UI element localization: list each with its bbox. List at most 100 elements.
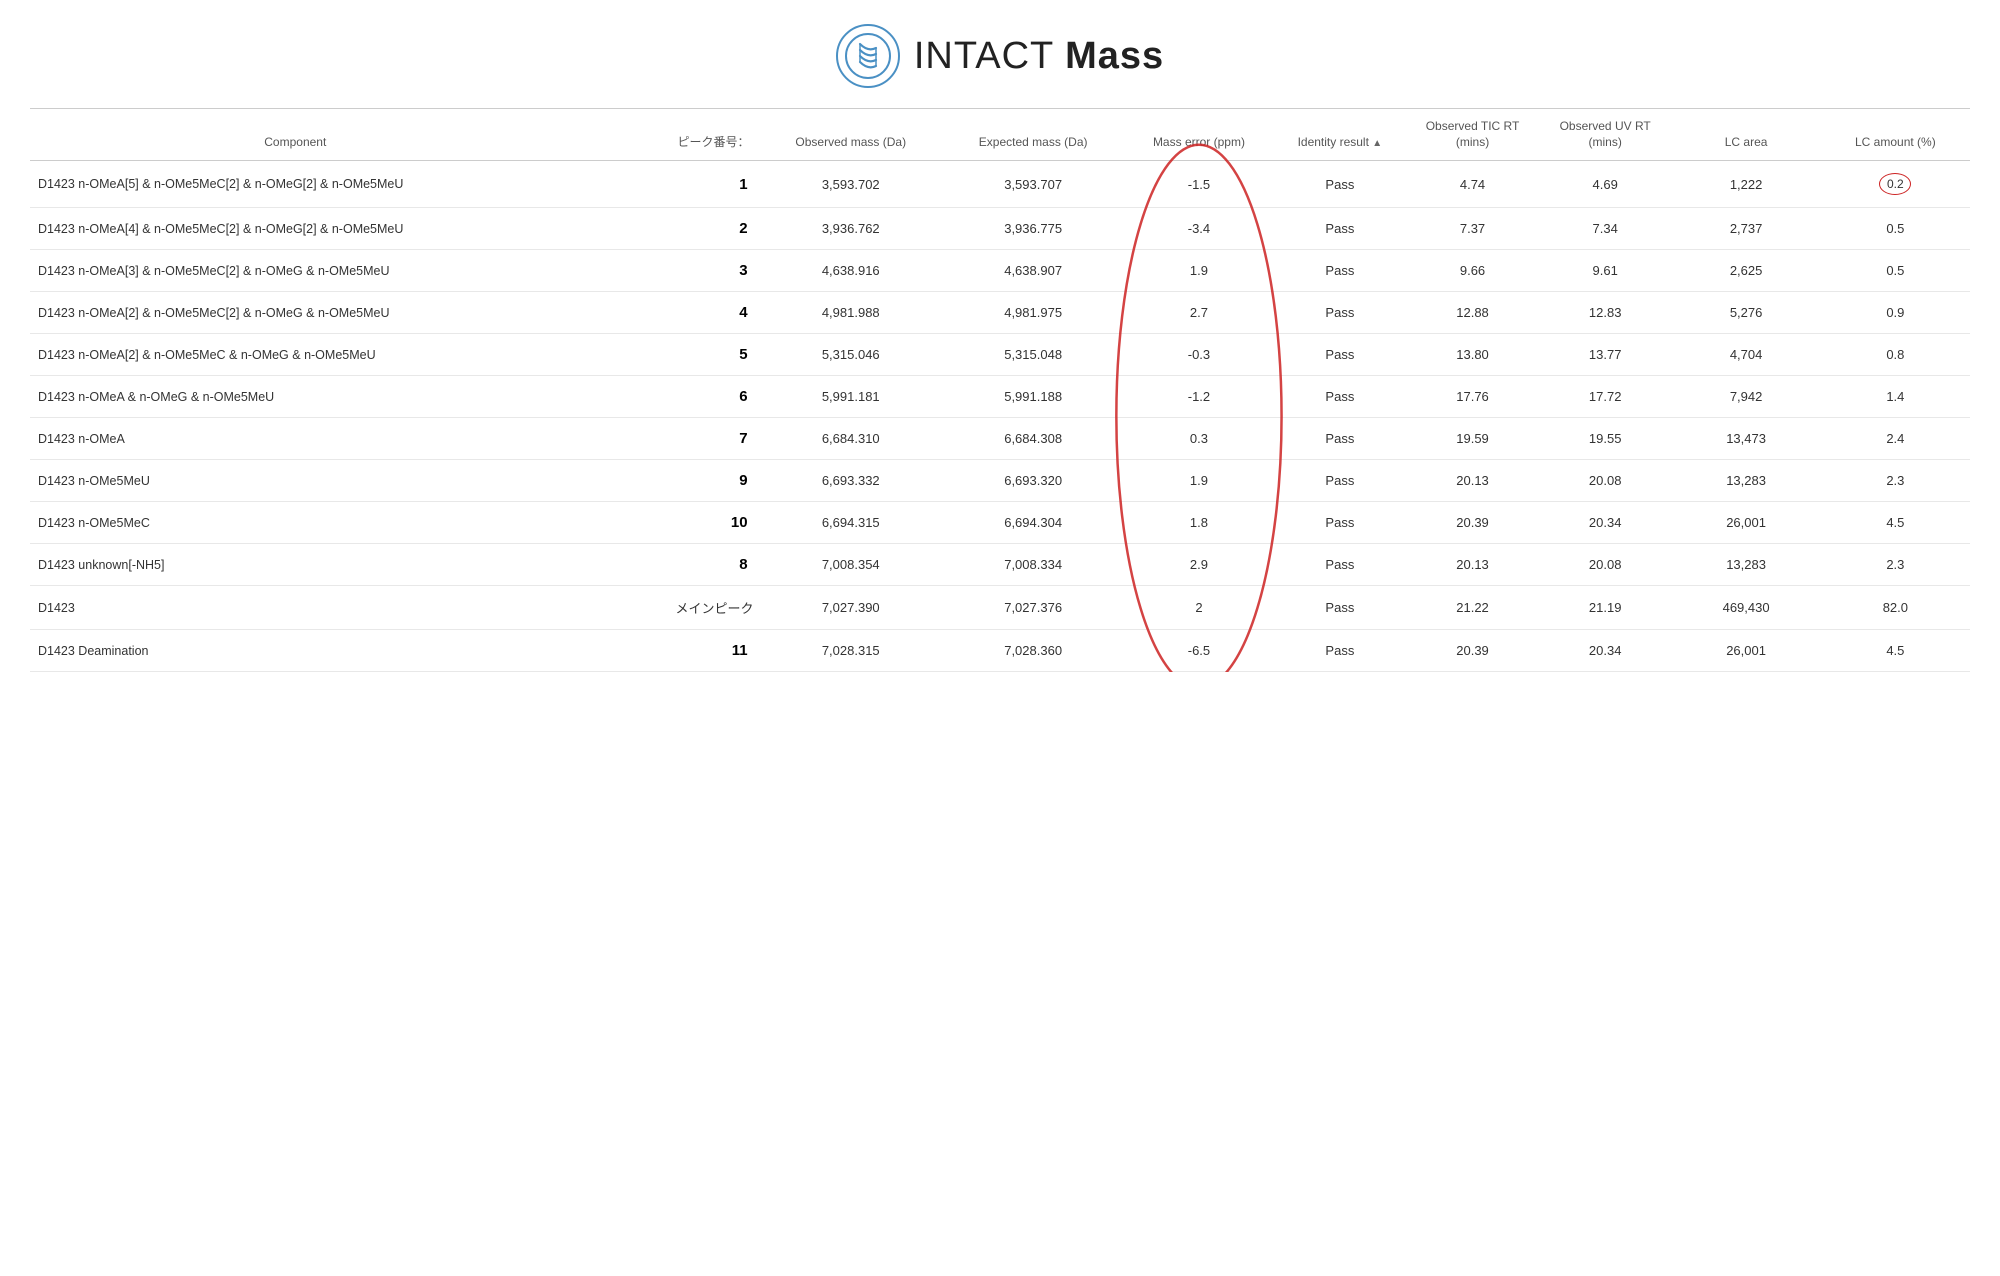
cell-expected-mass: 6,693.320 [942,460,1124,502]
cell-component: D1423 n-OMe5MeC [30,502,561,544]
app-logo [836,24,900,88]
cell-uv-rt: 17.72 [1539,376,1672,418]
cell-component: D1423 n-OMeA[5] & n-OMe5MeC[2] & n-OMeG[… [30,161,561,208]
app-title: INTACT Mass [914,35,1164,78]
cell-observed-mass: 5,991.181 [760,376,942,418]
cell-component: D1423 n-OMeA[4] & n-OMe5MeC[2] & n-OMeG[… [30,208,561,250]
cell-identity-result: Pass [1274,502,1407,544]
cell-observed-mass: 6,693.332 [760,460,942,502]
cell-lc-amount: 1.4 [1821,376,1970,418]
cell-lc-area: 13,283 [1671,544,1820,586]
cell-lc-amount: 0.5 [1821,208,1970,250]
cell-peak-number: 11 [561,630,760,672]
cell-uv-rt: 7.34 [1539,208,1672,250]
cell-observed-mass: 4,981.988 [760,292,942,334]
lc-amount-circled-badge: 0.2 [1879,173,1911,195]
cell-uv-rt: 9.61 [1539,250,1672,292]
col-header-lc-area: LC area [1671,109,1820,161]
cell-tic-rt: 21.22 [1406,586,1539,630]
cell-peak-number: 3 [561,250,760,292]
cell-identity-result: Pass [1274,376,1407,418]
cell-observed-mass: 4,638.916 [760,250,942,292]
cell-expected-mass: 7,027.376 [942,586,1124,630]
cell-tic-rt: 17.76 [1406,376,1539,418]
cell-mass-error: -0.3 [1124,334,1273,376]
cell-observed-mass: 6,694.315 [760,502,942,544]
cell-identity-result: Pass [1274,208,1407,250]
cell-mass-error: 0.3 [1124,418,1273,460]
col-header-component: Component [30,109,561,161]
cell-expected-mass: 4,638.907 [942,250,1124,292]
col-header-uv-rt: Observed UV RT (mins) [1539,109,1672,161]
cell-lc-area: 469,430 [1671,586,1820,630]
cell-mass-error: -1.5 [1124,161,1273,208]
cell-observed-mass: 7,028.315 [760,630,942,672]
cell-lc-area: 4,704 [1671,334,1820,376]
cell-expected-mass: 7,028.360 [942,630,1124,672]
cell-identity-result: Pass [1274,418,1407,460]
cell-mass-error: 2 [1124,586,1273,630]
cell-identity-result: Pass [1274,460,1407,502]
cell-peak-number: 10 [561,502,760,544]
table-row: D1423 n-OMe5MeC106,694.3156,694.3041.8Pa… [30,502,1970,544]
table-row: D1423 n-OMeA[4] & n-OMe5MeC[2] & n-OMeG[… [30,208,1970,250]
cell-mass-error: -3.4 [1124,208,1273,250]
cell-lc-amount: 2.3 [1821,460,1970,502]
cell-peak-number: 5 [561,334,760,376]
cell-expected-mass: 7,008.334 [942,544,1124,586]
col-header-lc-amount: LC amount (%) [1821,109,1970,161]
cell-lc-area: 2,737 [1671,208,1820,250]
cell-tic-rt: 19.59 [1406,418,1539,460]
table-row: D1423 n-OMeA[2] & n-OMe5MeC & n-OMeG & n… [30,334,1970,376]
cell-expected-mass: 6,684.308 [942,418,1124,460]
cell-mass-error: 1.9 [1124,250,1273,292]
cell-identity-result: Pass [1274,250,1407,292]
cell-component: D1423 [30,586,561,630]
cell-tic-rt: 13.80 [1406,334,1539,376]
app-header: INTACT Mass [0,0,2000,108]
cell-component: D1423 n-OMeA[2] & n-OMe5MeC[2] & n-OMeG … [30,292,561,334]
cell-identity-result: Pass [1274,292,1407,334]
cell-lc-amount: 0.9 [1821,292,1970,334]
cell-component: D1423 Deamination [30,630,561,672]
cell-identity-result: Pass [1274,161,1407,208]
cell-uv-rt: 20.34 [1539,502,1672,544]
cell-identity-result: Pass [1274,334,1407,376]
cell-uv-rt: 21.19 [1539,586,1672,630]
cell-lc-amount: 4.5 [1821,630,1970,672]
cell-uv-rt: 20.08 [1539,544,1672,586]
cell-uv-rt: 20.08 [1539,460,1672,502]
cell-mass-error: -6.5 [1124,630,1273,672]
cell-mass-error: 2.7 [1124,292,1273,334]
col-header-expected-mass: Expected mass (Da) [942,109,1124,161]
results-table: Component ピーク番号： Observed mass (Da) Expe… [30,108,1970,672]
cell-lc-amount: 4.5 [1821,502,1970,544]
cell-mass-error: 1.8 [1124,502,1273,544]
table-row: D1423 n-OMeA[5] & n-OMe5MeC[2] & n-OMeG[… [30,161,1970,208]
cell-lc-amount: 2.3 [1821,544,1970,586]
cell-component: D1423 n-OMeA & n-OMeG & n-OMe5MeU [30,376,561,418]
cell-observed-mass: 3,593.702 [760,161,942,208]
cell-tic-rt: 7.37 [1406,208,1539,250]
cell-identity-result: Pass [1274,586,1407,630]
cell-expected-mass: 5,315.048 [942,334,1124,376]
cell-lc-amount: 0.2 [1821,161,1970,208]
cell-lc-area: 7,942 [1671,376,1820,418]
cell-expected-mass: 4,981.975 [942,292,1124,334]
table-row: D1423 n-OMeA76,684.3106,684.3080.3Pass19… [30,418,1970,460]
cell-peak-number: 2 [561,208,760,250]
cell-expected-mass: 3,593.707 [942,161,1124,208]
col-header-identity-result[interactable]: Identity result ▲ [1274,109,1407,161]
cell-tic-rt: 4.74 [1406,161,1539,208]
table-row: D1423 unknown[-NH5]87,008.3547,008.3342.… [30,544,1970,586]
cell-component: D1423 n-OMeA [30,418,561,460]
cell-component: D1423 n-OMeA[3] & n-OMe5MeC[2] & n-OMeG … [30,250,561,292]
cell-observed-mass: 7,008.354 [760,544,942,586]
col-header-peak: ピーク番号： [561,109,760,161]
cell-expected-mass: 6,694.304 [942,502,1124,544]
cell-mass-error: 1.9 [1124,460,1273,502]
col-header-observed-mass: Observed mass (Da) [760,109,942,161]
cell-lc-area: 13,283 [1671,460,1820,502]
cell-tic-rt: 20.13 [1406,544,1539,586]
cell-uv-rt: 4.69 [1539,161,1672,208]
